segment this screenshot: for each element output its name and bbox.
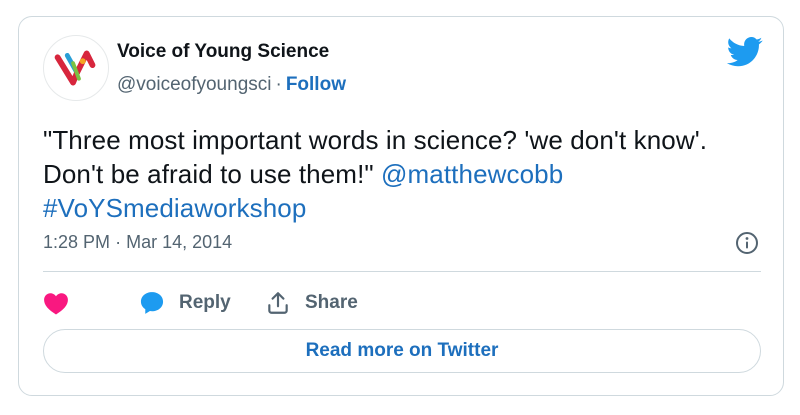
tweet-date: Mar 14, 2014 [126, 232, 233, 252]
reply-button[interactable]: Reply [139, 287, 231, 319]
tweet-text-line2: Don't be afraid to use them!" [43, 159, 374, 189]
avatar[interactable] [43, 35, 109, 101]
speech-bubble-icon [140, 292, 164, 314]
voys-logo-icon [54, 50, 96, 86]
heart-icon [44, 293, 68, 315]
divider [43, 271, 761, 272]
read-more-button[interactable]: Read more on Twitter [43, 329, 761, 373]
timestamp-separator: · [115, 232, 122, 252]
read-more-label: Read more on Twitter [305, 340, 499, 361]
handle-separator: · [275, 74, 282, 95]
twitter-bird-icon[interactable] [727, 37, 763, 67]
tweet-card: Voice of Young Science @voiceofyoungsci ·… [18, 16, 784, 396]
author-handle-row: @voiceofyoungsci · Follow [117, 74, 346, 96]
info-icon[interactable] [735, 231, 759, 255]
share-icon [268, 292, 288, 314]
mention-link[interactable]: @matthewcobb [381, 159, 563, 189]
share-button[interactable]: Share [265, 287, 358, 319]
follow-button[interactable]: Follow [286, 74, 346, 95]
like-button[interactable] [43, 287, 69, 319]
hashtag-link[interactable]: #VoYSmediaworkshop [43, 193, 306, 223]
share-label: Share [305, 292, 358, 313]
tweet-timestamp[interactable]: 1:28 PM · Mar 14, 2014 [43, 232, 232, 253]
tweet-text-line1: "Three most important words in science? … [43, 125, 708, 155]
reply-label: Reply [179, 292, 231, 313]
tweet-time: 1:28 PM [43, 232, 111, 252]
tweet-text: "Three most important words in science? … [43, 123, 743, 225]
author-handle[interactable]: @voiceofyoungsci [117, 74, 271, 95]
author-name[interactable]: Voice of Young Science [117, 41, 329, 63]
